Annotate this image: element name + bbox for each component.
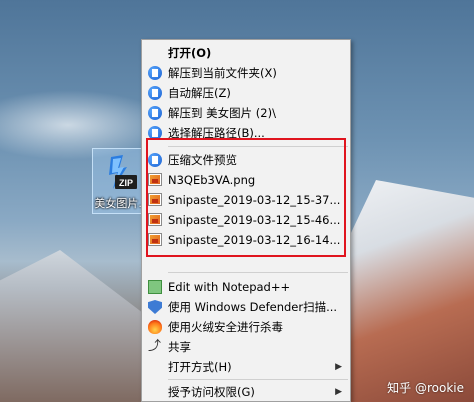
windows-defender-icon [148, 300, 162, 314]
menu-item-label: Snipaste_2019-03-12_15-37... [168, 193, 341, 207]
menu-item-auto-extract[interactable]: 自动解压(Z) [142, 83, 350, 103]
zip-badge: ZIP [119, 178, 133, 188]
png-file-icon [148, 233, 162, 247]
menu-separator [168, 272, 348, 273]
zip-archive-icon: ZIP [109, 155, 137, 189]
menu-item-open[interactable]: 打开(O) [142, 43, 350, 63]
menu-item-label: Snipaste_2019-03-12_16-14... [168, 233, 341, 247]
submenu-arrow-icon: ▶ [335, 387, 342, 397]
menu-item-label: 压缩文件预览 [168, 153, 237, 167]
bandizip-icon [148, 126, 162, 140]
menu-item-label: 授予访问权限(G) [168, 385, 255, 399]
menu-item-label: N3QEb3VA.png [168, 173, 256, 187]
huorong-fire-icon [148, 320, 162, 334]
menu-item-open-with[interactable]: 打开方式(H) ▶ [142, 357, 350, 377]
bandizip-icon [148, 106, 162, 120]
menu-item-preview-file[interactable]: Snipaste_2019-03-12_15-37... [142, 190, 350, 210]
notepad-plus-plus-icon [148, 280, 162, 294]
bandizip-icon [148, 86, 162, 100]
menu-item-label: 打开方式(H) [168, 360, 232, 374]
menu-item-grant-access[interactable]: 授予访问权限(G) ▶ [142, 382, 350, 402]
menu-item-label: Edit with Notepad++ [168, 280, 291, 294]
watermark: 知乎 @rookie [387, 381, 464, 395]
context-menu: 打开(O) 解压到当前文件夹(X) 自动解压(Z) 解压到 美女图片 (2)\ … [141, 39, 351, 402]
share-icon: ⤴ [148, 339, 162, 354]
menu-item-preview-file[interactable]: Snipaste_2019-03-12_15-46... [142, 210, 350, 230]
menu-separator [168, 379, 348, 380]
menu-item-preview-file[interactable]: Snipaste_2019-03-12_16-14... [142, 230, 350, 250]
menu-item-share[interactable]: ⤴ 共享 [142, 337, 350, 357]
png-file-icon [148, 213, 162, 227]
menu-item-label: 选择解压路径(B)... [168, 126, 265, 140]
menu-item-preview-title[interactable]: 压缩文件预览 [142, 150, 350, 170]
bandizip-icon [148, 66, 162, 80]
menu-item-label: 共享 [168, 340, 191, 354]
menu-item-huorong[interactable]: 使用火绒安全进行杀毒 [142, 317, 350, 337]
menu-item-label: 使用 Windows Defender扫描... [168, 300, 338, 314]
menu-item-choose-path[interactable]: 选择解压路径(B)... [142, 123, 350, 143]
menu-item-label: 解压到 美女图片 (2)\ [168, 106, 276, 120]
menu-item-label: 使用火绒安全进行杀毒 [168, 320, 283, 334]
menu-item-extract-here[interactable]: 解压到当前文件夹(X) [142, 63, 350, 83]
bandizip-icon [148, 153, 162, 167]
mountain-right [334, 180, 474, 402]
menu-item-extract-to[interactable]: 解压到 美女图片 (2)\ [142, 103, 350, 123]
menu-item-label: 解压到当前文件夹(X) [168, 66, 277, 80]
png-file-icon [148, 173, 162, 187]
menu-separator [168, 146, 348, 147]
menu-item-defender[interactable]: 使用 Windows Defender扫描... [142, 297, 350, 317]
menu-item-preview-file[interactable]: N3QEb3VA.png [142, 170, 350, 190]
png-file-icon [148, 193, 162, 207]
menu-item-label: 打开(O) [168, 46, 212, 60]
submenu-arrow-icon: ▶ [335, 362, 342, 372]
mountain-left [0, 250, 150, 402]
menu-item-notepad[interactable]: Edit with Notepad++ [142, 277, 350, 297]
menu-item-label: Snipaste_2019-03-12_15-46... [168, 213, 341, 227]
menu-item-label: 自动解压(Z) [168, 86, 231, 100]
